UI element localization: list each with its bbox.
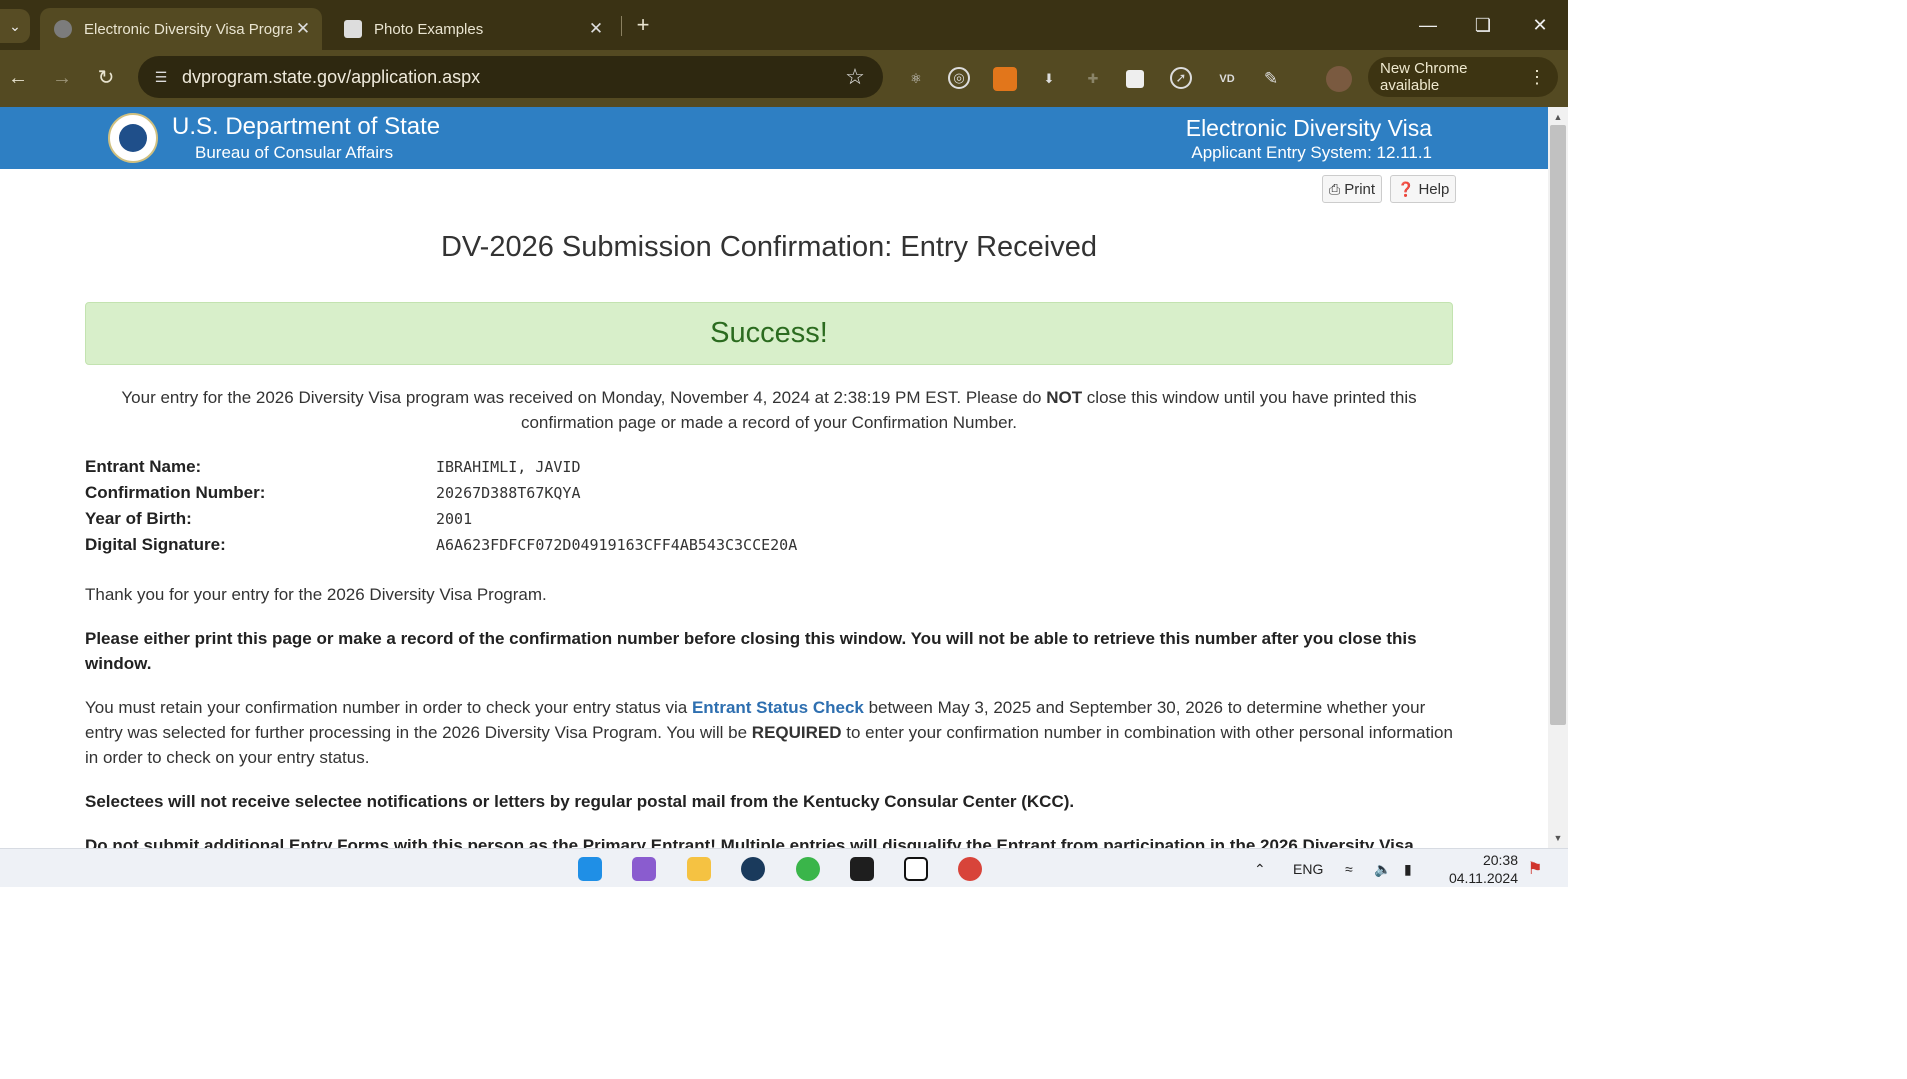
ruler-extension-icon[interactable]: ✚ — [1081, 67, 1105, 91]
photo-icon — [344, 20, 362, 38]
department-name: U.S. Department of State — [172, 113, 441, 140]
scroll-up-arrow-icon[interactable]: ▲ — [1548, 109, 1568, 125]
close-window-button[interactable]: ✕ — [1520, 10, 1560, 40]
compass-extension-icon[interactable]: ➚ — [1170, 67, 1192, 89]
intro-not: NOT — [1046, 388, 1083, 407]
retain-required: REQUIRED — [751, 723, 842, 742]
windows-start-icon[interactable] — [578, 857, 602, 881]
tab-search-button[interactable]: ⌄ — [0, 9, 30, 43]
page-scrollbar[interactable]: ▲ ▼ — [1548, 107, 1568, 848]
react-extension-icon[interactable]: ⚛ — [904, 67, 928, 91]
system-version: Applicant Entry System: 12.11.1 — [1191, 143, 1432, 162]
close-icon[interactable]: ✕ — [585, 19, 607, 39]
chrome-icon[interactable] — [958, 857, 982, 881]
site-header: U.S. Department of State Bureau of Consu… — [0, 107, 1548, 169]
question-circle-icon: ❓ — [1397, 180, 1415, 197]
tab-title: Electronic Diversity Visa Program — [84, 20, 292, 38]
figma-icon[interactable] — [850, 857, 874, 881]
tab-title: Photo Examples — [374, 20, 484, 38]
address-bar[interactable]: ☰ dvprogram.state.gov/application.aspx ☆ — [138, 56, 883, 98]
field-label: Year of Birth: — [85, 509, 192, 528]
notification-bell-icon[interactable]: ⚑ — [1525, 859, 1545, 879]
retain-text-1: You must retain your confirmation number… — [85, 698, 692, 717]
print-warning: Please either print this page or make a … — [85, 629, 1417, 673]
thanks-text: Thank you for your entry for the 2026 Di… — [85, 585, 547, 604]
page-viewport: U.S. Department of State Bureau of Consu… — [0, 107, 1548, 848]
new-tab-button[interactable]: + — [630, 12, 656, 38]
received-notice: Your entry for the 2026 Diversity Visa p… — [100, 385, 1438, 435]
page-title: DV-2026 Submission Confirmation: Entry R… — [440, 231, 1098, 263]
scroll-down-arrow-icon[interactable]: ▼ — [1548, 830, 1568, 846]
entrant-status-check-link[interactable]: Entrant Status Check — [692, 698, 864, 717]
wifi-icon[interactable]: ≈ — [1345, 861, 1353, 877]
state-department-seal-icon — [108, 113, 158, 163]
help-label: Help — [1418, 180, 1450, 198]
vd-extension-icon[interactable]: VD — [1215, 67, 1239, 91]
chrome-update-button[interactable]: New Chrome available ⋮ — [1368, 57, 1558, 97]
field-label: Entrant Name: — [85, 457, 202, 476]
battery-icon[interactable]: ▮ — [1404, 861, 1412, 878]
close-icon[interactable]: ✕ — [292, 19, 314, 39]
browser-toolbar: ← → ↻ ☰ dvprogram.state.gov/application.… — [0, 50, 1568, 107]
reload-button[interactable]: ↻ — [92, 64, 120, 92]
windows-taskbar: ⌃ ENG ≈ 🔈 ▮ 20:38 04.11.2024 ⚑ — [0, 848, 1568, 887]
tab-strip: ⌄ Electronic Diversity Visa Program ✕ Ph… — [0, 0, 1568, 50]
steam-icon[interactable] — [741, 857, 765, 881]
tab-photo-examples[interactable]: Photo Examples ✕ — [330, 8, 615, 50]
tray-overflow-icon[interactable]: ⌃ — [1254, 861, 1266, 878]
selectees-notice: Selectees will not receive selectee noti… — [85, 792, 1075, 811]
volume-icon[interactable]: 🔈 — [1374, 861, 1391, 878]
print-button[interactable]: ⎙ Print — [1322, 175, 1383, 203]
clock-date: 04.11.2024 — [1448, 870, 1518, 886]
notion-icon[interactable] — [904, 857, 928, 881]
retain-notice: You must retain your confirmation number… — [85, 695, 1453, 770]
chevron-down-icon: ⌄ — [9, 17, 21, 34]
multiple-entries-warning: Do not submit additional Entry Forms wit… — [85, 836, 1414, 848]
chat-app-icon[interactable] — [796, 857, 820, 881]
field-label: Confirmation Number: — [85, 483, 266, 502]
print-label: Print — [1344, 180, 1376, 198]
back-button[interactable]: ← — [4, 64, 32, 92]
printer-icon: ⎙ — [1329, 180, 1341, 197]
puzzle-extensions-icon[interactable]: ✎ — [1259, 67, 1283, 91]
field-value: IBRAHIMLI, JAVID — [436, 458, 581, 476]
forward-button[interactable]: → — [48, 64, 76, 92]
bureau-name: Bureau of Consular Affairs — [195, 143, 394, 162]
clock-time: 20:38 — [1482, 852, 1518, 868]
field-value: A6A623FDFCF072D04919163CFF4AB543C3CCE20A — [436, 536, 798, 554]
kebab-menu-icon[interactable]: ⋮ — [1528, 67, 1546, 88]
success-alert: Success! — [85, 302, 1453, 365]
url-text[interactable]: dvprogram.state.gov/application.aspx — [182, 67, 841, 88]
system-clock[interactable]: 20:38 04.11.2024 — [1440, 851, 1518, 887]
minimize-button[interactable]: — — [1408, 10, 1448, 40]
visual-studio-icon[interactable] — [632, 857, 656, 881]
profile-avatar[interactable] — [1326, 66, 1352, 92]
field-value: 20267D388T67KQYA — [436, 484, 581, 502]
bookmark-star-icon[interactable]: ☆ — [841, 64, 869, 90]
calendar-extension-icon[interactable] — [1126, 70, 1144, 88]
download-extension-icon[interactable]: ⬇ — [1037, 67, 1061, 91]
restore-button[interactable]: ❏ — [1463, 10, 1503, 40]
scroll-thumb[interactable] — [1550, 125, 1566, 725]
metamask-extension-icon[interactable] — [993, 67, 1017, 91]
field-label: Digital Signature: — [85, 535, 226, 554]
help-button[interactable]: ❓ Help — [1390, 175, 1457, 203]
language-indicator[interactable]: ENG — [1293, 861, 1323, 877]
file-explorer-icon[interactable] — [687, 857, 711, 881]
update-label: New Chrome available — [1380, 60, 1468, 94]
tab-dv-program[interactable]: Electronic Diversity Visa Program ✕ — [40, 8, 322, 50]
globe-icon — [54, 20, 72, 38]
tab-divider — [621, 16, 622, 36]
site-settings-icon[interactable]: ☰ — [150, 66, 172, 88]
system-title: Electronic Diversity Visa — [1185, 115, 1432, 141]
field-value: 2001 — [436, 510, 473, 528]
intro-text-1: Your entry for the 2026 Diversity Visa p… — [121, 388, 1047, 407]
target-extension-icon[interactable]: ◎ — [948, 67, 970, 89]
